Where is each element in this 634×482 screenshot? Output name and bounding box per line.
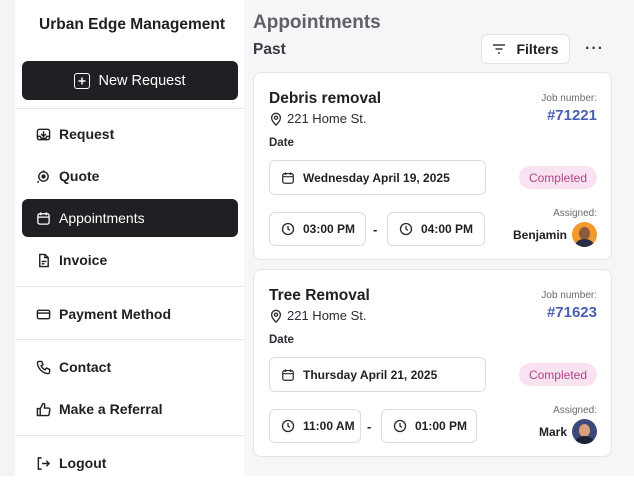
calendar-icon <box>282 171 294 184</box>
start-time-field[interactable]: 03:00 PM <box>269 212 366 246</box>
job-title: Debris removal <box>269 90 381 107</box>
sidebar-item-quote[interactable]: Quote <box>22 157 238 195</box>
filter-lines-icon <box>493 44 506 54</box>
divider <box>15 108 244 109</box>
location-pin-icon <box>270 112 282 126</box>
credit-card-icon <box>36 309 51 319</box>
sidebar-item-label: Quote <box>59 168 100 184</box>
logout-icon <box>37 456 51 470</box>
end-time-value: 04:00 PM <box>421 222 474 236</box>
assignee: Mark <box>539 419 597 444</box>
sidebar-item-payment-method[interactable]: Payment Method <box>22 295 238 333</box>
divider <box>15 286 244 287</box>
window-edge <box>0 0 15 476</box>
status-badge: Completed <box>518 363 597 386</box>
sidebar: Urban Edge Management New Request Reques… <box>15 0 245 476</box>
appointment-card[interactable]: Tree Removal 221 Home St. Date Job numbe… <box>253 269 612 457</box>
assigned-label: Assigned: <box>553 208 597 219</box>
job-number[interactable]: #71623 <box>547 304 597 321</box>
quote-tag-icon <box>36 169 49 183</box>
clock-icon <box>281 419 295 433</box>
invoice-document-icon <box>39 253 49 267</box>
sidebar-item-make-a-referral[interactable]: Make a Referral <box>22 390 238 428</box>
date-value: Wednesday April 19, 2025 <box>303 170 450 185</box>
date-field[interactable]: Wednesday April 19, 2025 <box>269 160 486 195</box>
end-time-field[interactable]: 01:00 PM <box>381 409 477 443</box>
end-time-field[interactable]: 04:00 PM <box>387 212 485 246</box>
status-badge: Completed <box>518 166 597 189</box>
assignee-name: Mark <box>538 424 567 439</box>
new-request-label: New Request <box>98 72 186 89</box>
job-title: Tree Removal <box>269 287 370 304</box>
main-content: Appointments Past Filters ··· Debris rem… <box>244 0 634 476</box>
job-address: 221 Home St. <box>269 308 367 323</box>
time-separator: - <box>373 222 378 237</box>
assigned-label: Assigned: <box>553 405 597 416</box>
sidebar-item-appointments[interactable]: Appointments <box>22 199 238 237</box>
end-time-value: 01:00 PM <box>415 419 468 433</box>
start-time-value: 11:00 AM <box>303 419 355 433</box>
sidebar-item-label: Invoice <box>59 252 108 268</box>
more-options-icon[interactable]: ··· <box>585 40 604 58</box>
date-label: Date <box>269 137 294 149</box>
sidebar-item-contact[interactable]: Contact <box>22 348 238 386</box>
new-request-button[interactable]: New Request <box>22 61 238 100</box>
sidebar-item-label: Logout <box>59 455 107 471</box>
date-field[interactable]: Thursday April 21, 2025 <box>269 357 486 392</box>
phone-icon <box>36 360 51 374</box>
clock-icon <box>399 222 413 236</box>
date-label: Date <box>269 334 294 346</box>
sidebar-item-label: Contact <box>59 359 112 375</box>
start-time-field[interactable]: 11:00 AM <box>269 409 361 443</box>
job-address: 221 Home St. <box>269 111 367 126</box>
assignee: Benjamin <box>513 222 597 247</box>
sidebar-item-request[interactable]: Request <box>22 115 238 153</box>
address-text: 221 Home St. <box>287 308 367 323</box>
plus-icon <box>74 72 91 89</box>
address-text: 221 Home St. <box>287 111 367 126</box>
avatar <box>572 222 597 247</box>
sidebar-item-logout[interactable]: Logout <box>22 444 238 482</box>
sidebar-item-invoice[interactable]: Invoice <box>22 241 238 279</box>
section-heading-past: Past <box>253 41 286 58</box>
inbox-download-icon <box>36 128 51 140</box>
location-pin-icon <box>270 309 282 323</box>
job-number-label: Job number: <box>541 290 597 301</box>
job-number[interactable]: #71221 <box>547 107 597 124</box>
divider <box>15 435 244 436</box>
job-number-label: Job number: <box>541 93 597 104</box>
thumbs-up-icon <box>36 402 51 416</box>
time-separator: - <box>367 419 372 434</box>
clock-icon <box>281 222 295 236</box>
sidebar-item-label: Request <box>59 126 115 142</box>
avatar <box>572 419 597 444</box>
sidebar-item-label: Appointments <box>59 210 145 226</box>
brand-title: Urban Edge Management <box>39 16 226 33</box>
clock-icon <box>393 419 407 433</box>
calendar-icon <box>282 368 294 381</box>
sidebar-item-label: Payment Method <box>59 306 172 322</box>
filters-button[interactable]: Filters <box>481 34 570 64</box>
appointment-card[interactable]: Debris removal 221 Home St. Date Job num… <box>253 72 612 260</box>
calendar-icon <box>37 211 50 225</box>
start-time-value: 03:00 PM <box>303 222 356 236</box>
sidebar-item-label: Make a Referral <box>59 401 163 417</box>
date-value: Thursday April 21, 2025 <box>303 367 438 382</box>
assignee-name: Benjamin <box>512 227 567 242</box>
page-title: Appointments <box>253 12 381 33</box>
filters-label: Filters <box>516 41 559 57</box>
divider <box>15 339 244 340</box>
